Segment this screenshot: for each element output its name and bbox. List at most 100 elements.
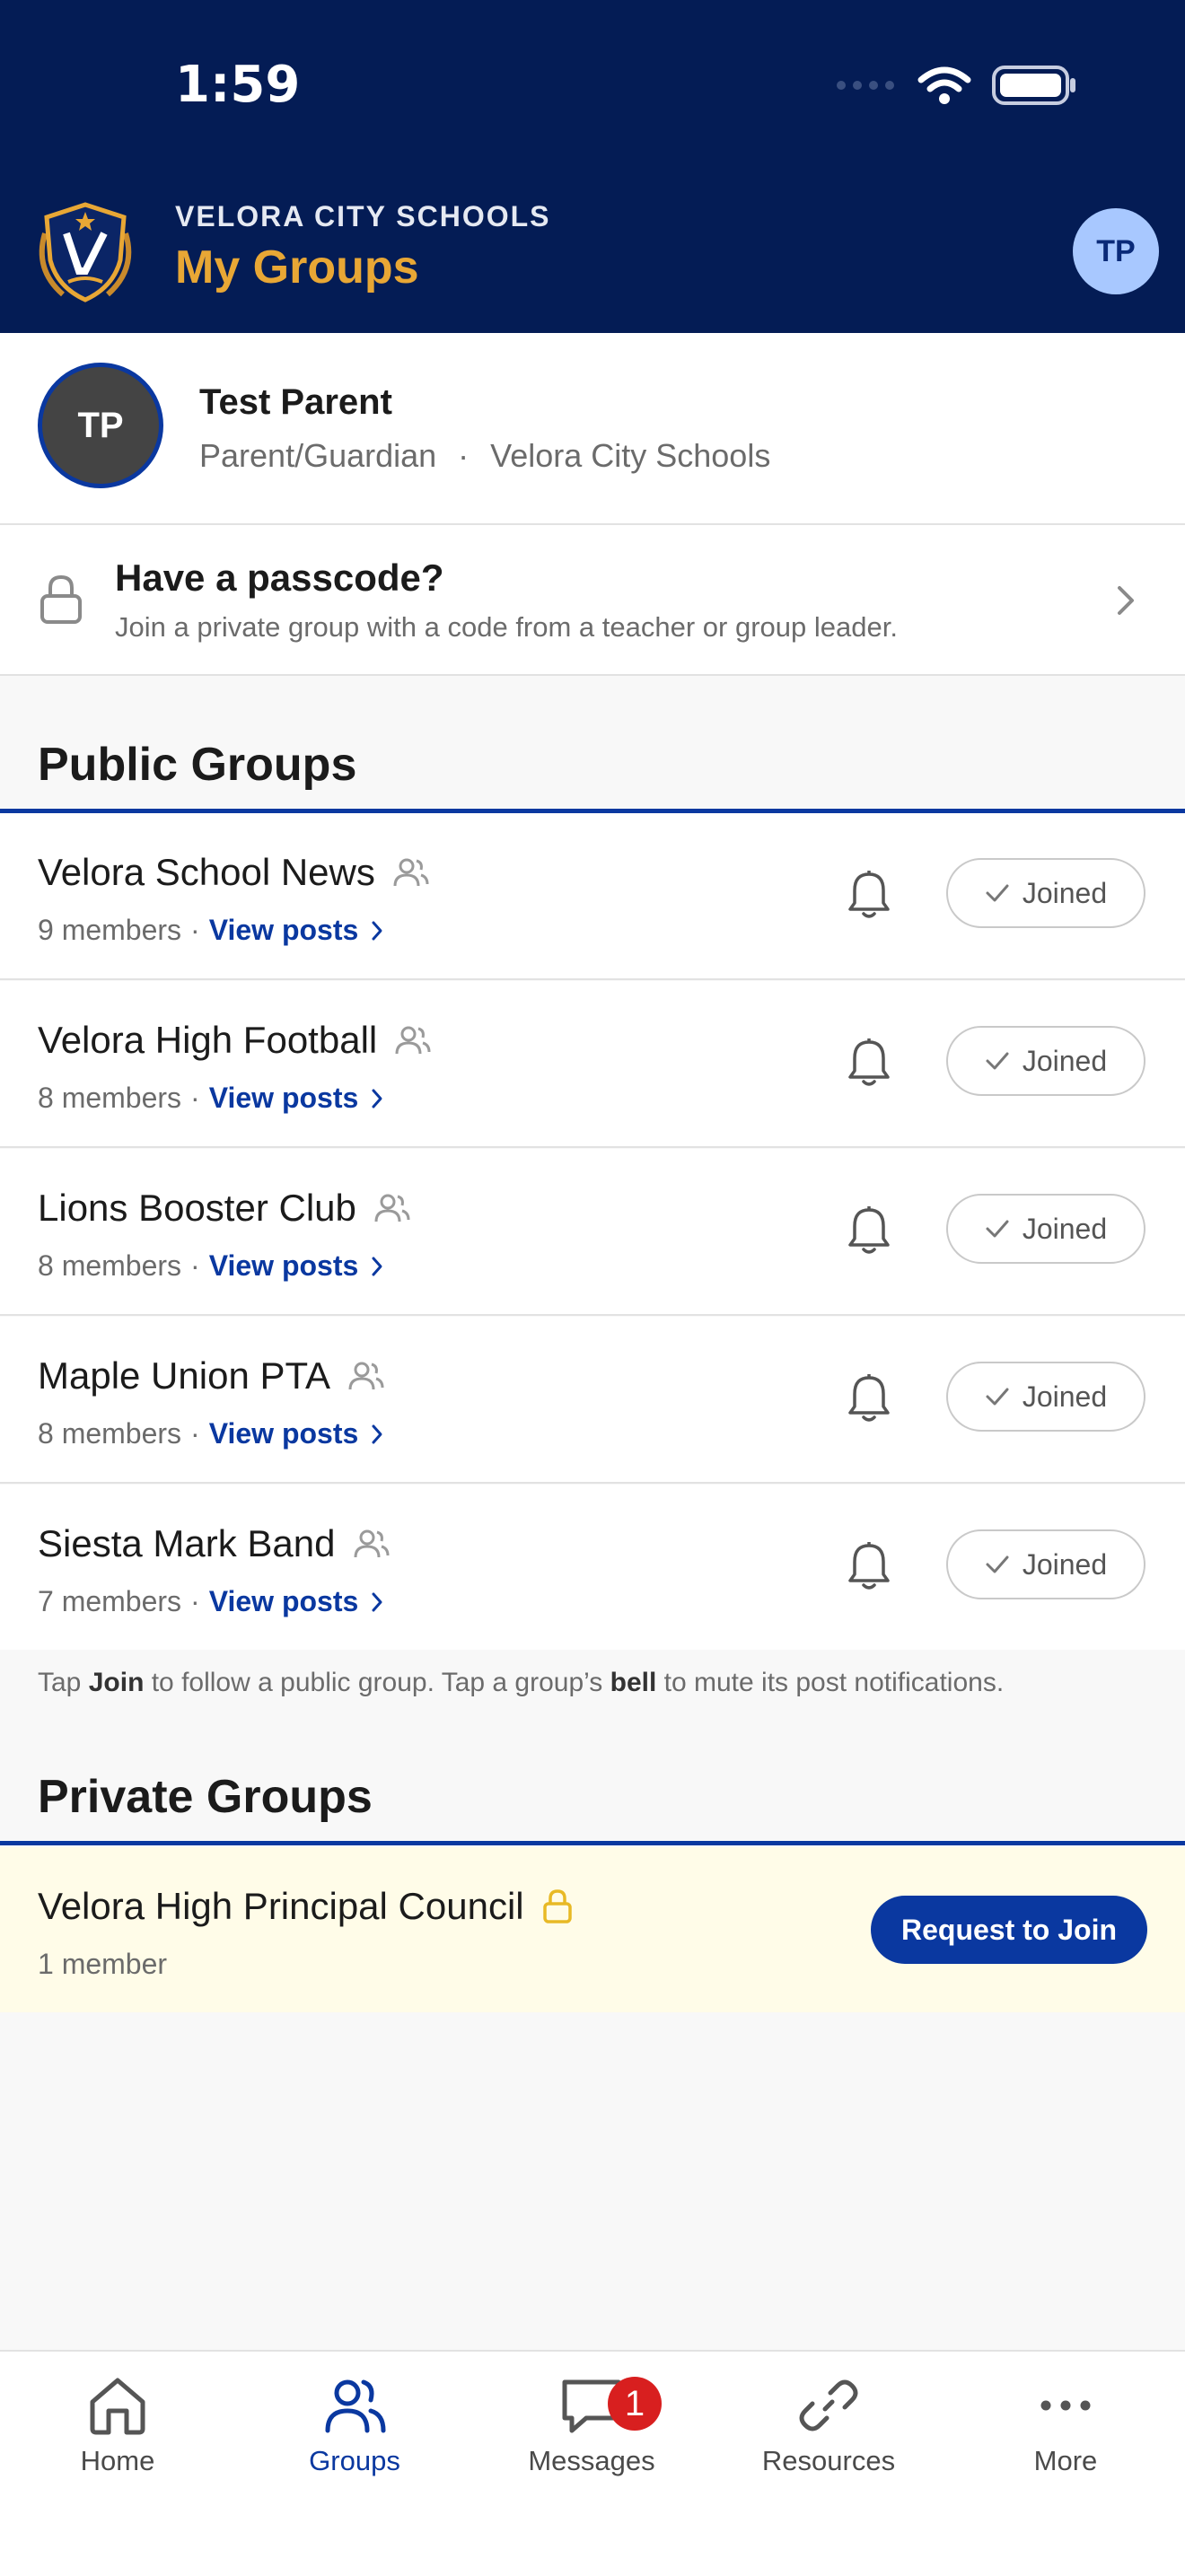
tab-label: Home: [80, 2445, 155, 2476]
joined-button[interactable]: Joined: [946, 1529, 1146, 1599]
hint-text: to mute its post notifications.: [656, 1668, 1005, 1697]
group-meta: 1 member: [38, 1948, 167, 1981]
separator: ·: [458, 437, 470, 474]
joined-label: Joined: [1022, 876, 1108, 909]
tab-messages[interactable]: 1 Messages: [484, 2373, 699, 2477]
bottom-tab-bar: Home Groups 1 Messages Resources More: [0, 2350, 1185, 2576]
bell-icon[interactable]: [846, 1540, 892, 1592]
joined-button[interactable]: Joined: [946, 858, 1146, 928]
group-name: Velora High Football: [38, 1019, 378, 1061]
chevron-right-icon: [1118, 586, 1134, 615]
joined-button[interactable]: Joined: [946, 1362, 1146, 1432]
tab-resources[interactable]: Resources: [721, 2373, 936, 2477]
app-header: 1:59 VELORA CITY SCHOOLS My Groups TP: [0, 0, 1185, 333]
view-posts-link[interactable]: View posts: [209, 1082, 384, 1115]
lock-icon: [40, 574, 82, 624]
passcode-subtitle: Join a private group with a code from a …: [115, 611, 898, 643]
profile-card: TP Test Parent Parent/Guardian · Velora …: [0, 333, 1185, 525]
unread-badge: 1: [608, 2377, 662, 2431]
group-meta: 8 members · View posts: [38, 1417, 383, 1450]
bell-icon[interactable]: [846, 869, 892, 921]
group-row: Lions Booster Club 8 members · View post…: [0, 1149, 1185, 1316]
passcode-row[interactable]: Have a passcode? Join a private group wi…: [0, 525, 1185, 676]
lock-icon: [542, 1889, 572, 1923]
bell-icon[interactable]: [846, 1372, 892, 1424]
group-name-wrap: Velora High Football: [38, 1019, 431, 1062]
joined-button[interactable]: Joined: [946, 1026, 1146, 1096]
view-posts-link[interactable]: View posts: [209, 1585, 384, 1618]
member-count: 1 member: [38, 1948, 168, 1980]
joined-label: Joined: [1022, 1380, 1108, 1413]
group-meta: 8 members · View posts: [38, 1249, 383, 1283]
hint-join-keyword: Join: [88, 1668, 145, 1697]
separator: ·: [190, 1249, 200, 1282]
group-name-wrap: Velora School News: [38, 851, 429, 894]
groups-icon: [325, 2379, 386, 2433]
account-avatar-button[interactable]: TP: [1073, 208, 1159, 294]
hint-text: Tap: [38, 1668, 89, 1697]
public-group-icon: [348, 1362, 384, 1390]
group-meta: 7 members · View posts: [38, 1585, 383, 1618]
public-group-icon: [374, 1194, 410, 1222]
public-groups-hint: Tap Join to follow a public group. Tap a…: [38, 1668, 1004, 1698]
group-name-wrap: Siesta Mark Band: [38, 1522, 390, 1565]
profile-name: Test Parent: [199, 382, 392, 422]
status-time: 1:59: [175, 56, 301, 114]
status-icons: [835, 65, 1077, 106]
tab-label: Messages: [528, 2445, 655, 2476]
more-icon: [1040, 2400, 1091, 2411]
member-count: 8 members: [38, 1082, 182, 1114]
view-posts-link[interactable]: View posts: [209, 914, 384, 947]
separator: ·: [190, 1585, 200, 1617]
chevron-right-icon: [372, 1592, 382, 1611]
hint-bell-keyword: bell: [610, 1668, 657, 1697]
group-meta: 9 members · View posts: [38, 914, 383, 947]
school-crest-logo: [39, 202, 132, 302]
profile-details: Parent/Guardian · Velora City Schools: [199, 437, 770, 475]
bell-icon[interactable]: [846, 1037, 892, 1089]
profile-role: Parent/Guardian: [199, 437, 437, 474]
private-group-row: Velora High Principal Council 1 member R…: [0, 1847, 1185, 2012]
tab-groups[interactable]: Groups: [247, 2373, 462, 2477]
view-posts-link[interactable]: View posts: [209, 1249, 384, 1283]
view-posts-label: View posts: [208, 914, 359, 946]
district-name: VELORA CITY SCHOOLS: [175, 200, 551, 232]
group-meta: 8 members · View posts: [38, 1082, 383, 1115]
group-name: Velora High Principal Council: [38, 1885, 524, 1927]
chevron-right-icon: [372, 921, 382, 940]
group-name: Maple Union PTA: [38, 1354, 331, 1397]
group-name-wrap: Maple Union PTA: [38, 1354, 384, 1398]
home-icon: [90, 2378, 145, 2435]
chevron-right-icon: [372, 1089, 382, 1108]
joined-label: Joined: [1022, 1044, 1108, 1077]
group-row: Siesta Mark Band 7 members · View posts …: [0, 1485, 1185, 1650]
section-divider: [0, 1841, 1185, 1845]
wifi-icon: [917, 66, 971, 104]
view-posts-link[interactable]: View posts: [209, 1417, 384, 1450]
tab-more[interactable]: More: [958, 2373, 1173, 2477]
chevron-right-icon: [372, 1257, 382, 1275]
request-to-join-button[interactable]: Request to Join: [871, 1896, 1147, 1964]
checkmark-icon: [986, 1220, 1009, 1238]
cellular-signal-icon: [837, 81, 894, 90]
group-row: Velora School News 9 members · View post…: [0, 813, 1185, 980]
bell-icon[interactable]: [846, 1205, 892, 1257]
tab-label: Resources: [761, 2445, 896, 2476]
public-group-icon: [354, 1529, 389, 1558]
separator: ·: [190, 1082, 200, 1114]
joined-button[interactable]: Joined: [946, 1194, 1146, 1264]
checkmark-icon: [986, 1555, 1009, 1573]
member-count: 9 members: [38, 914, 182, 946]
joined-label: Joined: [1022, 1212, 1108, 1245]
group-name: Siesta Mark Band: [38, 1522, 336, 1564]
separator: ·: [190, 1417, 200, 1450]
joined-label: Joined: [1022, 1547, 1108, 1581]
page-title: My Groups: [175, 241, 419, 294]
passcode-title: Have a passcode?: [115, 556, 444, 599]
group-name: Velora School News: [38, 851, 375, 893]
view-posts-label: View posts: [208, 1417, 359, 1450]
tab-home[interactable]: Home: [10, 2373, 225, 2477]
public-groups-heading: Public Groups: [38, 739, 357, 791]
view-posts-label: View posts: [208, 1585, 359, 1617]
public-group-icon: [395, 1026, 431, 1055]
